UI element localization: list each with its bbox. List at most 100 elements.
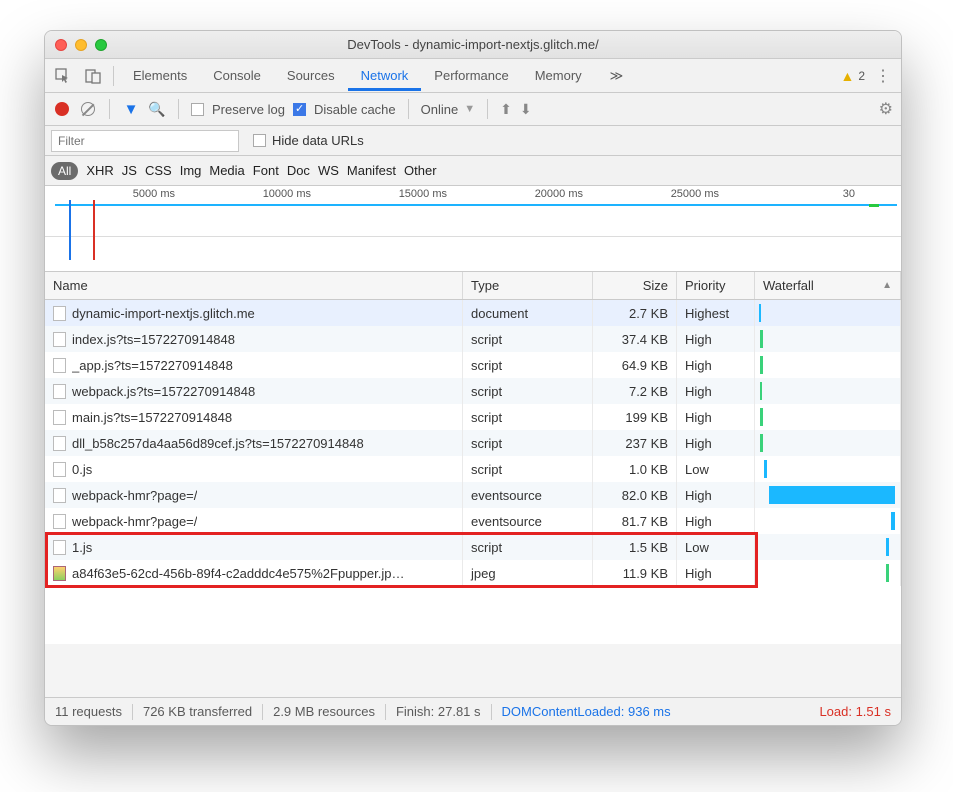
waterfall-cell — [755, 326, 901, 352]
tab-memory[interactable]: Memory — [522, 60, 595, 91]
header-name[interactable]: Name — [45, 272, 463, 299]
waterfall-bar — [760, 382, 762, 400]
upload-icon[interactable]: ⬆ — [500, 101, 512, 118]
status-load: Load: 1.51 s — [819, 704, 891, 719]
preserve-log-label: Preserve log — [212, 102, 285, 117]
hide-data-urls-checkbox[interactable] — [253, 134, 266, 147]
devtools-window: DevTools - dynamic-import-nextjs.glitch.… — [44, 30, 902, 726]
type-filter-other[interactable]: Other — [404, 163, 437, 178]
search-icon[interactable]: 🔍 — [148, 100, 166, 118]
request-type: script — [463, 456, 593, 482]
preserve-log-checkbox[interactable] — [191, 103, 204, 116]
type-filter-media[interactable]: Media — [209, 163, 244, 178]
tab-overflow[interactable]: ≫ — [597, 60, 637, 92]
request-type: script — [463, 326, 593, 352]
table-row[interactable]: 0.jsscript1.0 KBLow — [45, 456, 901, 482]
request-type: document — [463, 300, 593, 326]
status-finish: Finish: 27.81 s — [396, 704, 481, 719]
table-row[interactable]: 1.jsscript1.5 KBLow — [45, 534, 901, 560]
request-type: script — [463, 378, 593, 404]
divider — [408, 99, 409, 119]
status-bar: 11 requests 726 KB transferred 2.9 MB re… — [45, 697, 901, 725]
chevron-down-icon: ▼ — [464, 103, 475, 115]
request-name: webpack-hmr?page=/ — [72, 514, 197, 529]
request-size: 81.7 KB — [593, 508, 677, 534]
waterfall-bar — [769, 486, 895, 504]
tab-console[interactable]: Console — [200, 60, 274, 91]
request-priority: High — [677, 560, 755, 586]
request-priority: Highest — [677, 300, 755, 326]
timeline-tick: 5000 ms — [45, 188, 181, 200]
table-row[interactable]: main.js?ts=1572270914848script199 KBHigh — [45, 404, 901, 430]
header-waterfall[interactable]: Waterfall▲ — [755, 272, 901, 299]
request-size: 11.9 KB — [593, 560, 677, 586]
gear-icon[interactable]: ⚙ — [879, 99, 893, 119]
clear-button[interactable] — [79, 100, 97, 118]
table-row[interactable]: dynamic-import-nextjs.glitch.medocument2… — [45, 300, 901, 326]
waterfall-bar — [886, 564, 889, 582]
waterfall-bar — [886, 538, 889, 556]
divider — [178, 99, 179, 119]
kebab-menu[interactable]: ⋮ — [875, 66, 891, 86]
type-filter-font[interactable]: Font — [253, 163, 279, 178]
filter-input[interactable] — [51, 130, 239, 152]
type-filter-img[interactable]: Img — [180, 163, 202, 178]
type-filter-manifest[interactable]: Manifest — [347, 163, 396, 178]
inspect-icon[interactable] — [49, 63, 77, 89]
throttle-select[interactable]: Online▼ — [421, 102, 475, 117]
status-transferred: 726 KB transferred — [143, 704, 252, 719]
header-type[interactable]: Type — [463, 272, 593, 299]
request-size: 199 KB — [593, 404, 677, 430]
request-priority: Low — [677, 456, 755, 482]
type-filter-doc[interactable]: Doc — [287, 163, 310, 178]
type-filter-all[interactable]: All — [51, 162, 78, 180]
request-type: script — [463, 352, 593, 378]
request-priority: High — [677, 378, 755, 404]
table-row[interactable]: index.js?ts=1572270914848script37.4 KBHi… — [45, 326, 901, 352]
dcl-marker — [69, 200, 71, 260]
request-type: script — [463, 430, 593, 456]
type-filter-css[interactable]: CSS — [145, 163, 172, 178]
table-row[interactable]: webpack-hmr?page=/eventsource82.0 KBHigh — [45, 482, 901, 508]
waterfall-cell — [755, 352, 901, 378]
table-row[interactable]: webpack-hmr?page=/eventsource81.7 KBHigh — [45, 508, 901, 534]
disable-cache-label: Disable cache — [314, 102, 396, 117]
device-icon[interactable] — [79, 63, 107, 89]
waterfall-cell — [755, 404, 901, 430]
tab-performance[interactable]: Performance — [421, 60, 521, 91]
file-icon — [53, 514, 66, 529]
table-row[interactable]: dll_b58c257da4aa56d89cef.js?ts=157227091… — [45, 430, 901, 456]
request-name: _app.js?ts=1572270914848 — [72, 358, 233, 373]
filter-icon[interactable]: ▼ — [122, 100, 140, 118]
request-name: webpack-hmr?page=/ — [72, 488, 197, 503]
disable-cache-checkbox[interactable] — [293, 103, 306, 116]
request-type: script — [463, 404, 593, 430]
download-icon[interactable]: ⬇ — [520, 101, 532, 118]
header-priority[interactable]: Priority — [677, 272, 755, 299]
warning-badge[interactable]: ▲2 — [840, 68, 865, 84]
timeline-tick: 25000 ms — [589, 188, 725, 200]
file-icon — [53, 462, 66, 477]
type-filter-xhr[interactable]: XHR — [86, 163, 113, 178]
tab-sources[interactable]: Sources — [274, 60, 348, 91]
type-filter-js[interactable]: JS — [122, 163, 137, 178]
record-button[interactable] — [53, 100, 71, 118]
table-row[interactable]: a84f63e5-62cd-456b-89f4-c2adddc4e575%2Fp… — [45, 560, 901, 586]
divider — [487, 99, 488, 119]
table-row[interactable]: _app.js?ts=1572270914848script64.9 KBHig… — [45, 352, 901, 378]
request-priority: High — [677, 430, 755, 456]
status-dcl: DOMContentLoaded: 936 ms — [502, 704, 671, 719]
waterfall-cell — [755, 508, 901, 534]
tab-elements[interactable]: Elements — [120, 60, 200, 91]
table-row[interactable]: webpack.js?ts=1572270914848script7.2 KBH… — [45, 378, 901, 404]
file-icon — [53, 540, 66, 555]
timeline-overview[interactable]: 5000 ms10000 ms15000 ms20000 ms25000 ms3… — [45, 186, 901, 272]
type-filter-ws[interactable]: WS — [318, 163, 339, 178]
request-size: 1.0 KB — [593, 456, 677, 482]
timeline-tick: 10000 ms — [181, 188, 317, 200]
header-size[interactable]: Size — [593, 272, 677, 299]
file-icon — [53, 488, 66, 503]
request-size: 37.4 KB — [593, 326, 677, 352]
tab-network[interactable]: Network — [348, 60, 422, 91]
timeline-tag — [869, 204, 879, 207]
